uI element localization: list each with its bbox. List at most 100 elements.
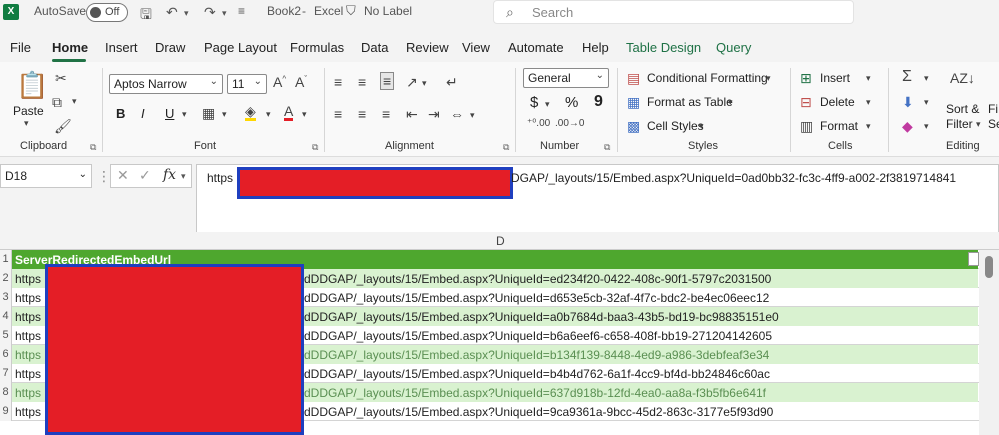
save-icon[interactable]: 🖫	[140, 4, 152, 28]
format-table-dropdown-icon[interactable]: ▾	[728, 97, 733, 108]
tab-formulas[interactable]: Formulas	[290, 40, 344, 55]
italic-button[interactable]: I	[141, 106, 145, 121]
row-number[interactable]: 2	[0, 269, 12, 288]
row-number[interactable]: 4	[0, 307, 12, 326]
filter-label[interactable]: Filter	[946, 117, 973, 131]
wrap-text-icon[interactable]: ↵	[446, 74, 458, 91]
align-right-icon[interactable]: ≡	[382, 106, 390, 122]
undo-dropdown-icon[interactable]: ▾	[184, 8, 189, 19]
alignment-launcher-icon[interactable]: ⧉	[503, 142, 509, 153]
format-dropdown-icon[interactable]: ▾	[866, 121, 871, 132]
paste-icon[interactable]: 📋	[16, 70, 48, 101]
row-number[interactable]: 1	[0, 250, 12, 269]
currency-dropdown-icon[interactable]: ▾	[545, 99, 550, 110]
number-format-select[interactable]: General ⌄	[523, 68, 609, 88]
undo-icon[interactable]: ↶	[166, 4, 178, 21]
decrease-indent-icon[interactable]: ⇤	[406, 106, 418, 123]
formula-input[interactable]: https DGAP/_layouts/15/Embed.aspx?Unique…	[196, 164, 999, 234]
more-icon[interactable]: ⋮	[97, 168, 111, 185]
align-top-icon[interactable]: ≡	[334, 74, 342, 90]
clear-dropdown-icon[interactable]: ▾	[924, 121, 929, 132]
tab-query[interactable]: Query	[716, 40, 751, 55]
copy-icon[interactable]: ⧉	[52, 94, 62, 111]
orientation-dropdown-icon[interactable]: ▾	[422, 78, 427, 89]
filter-dropdown-icon[interactable]	[968, 252, 979, 266]
decrease-decimal-icon[interactable]: .00→0	[555, 118, 584, 129]
insert-cells-button[interactable]: Insert	[820, 71, 850, 85]
conditional-dropdown-icon[interactable]: ▾	[766, 73, 771, 84]
tab-home[interactable]: Home	[52, 40, 88, 55]
find-select-label-1[interactable]: Fi	[988, 102, 998, 116]
increase-decimal-icon[interactable]: ⁺⁰.00	[527, 118, 550, 129]
increase-font-icon[interactable]: A^	[273, 74, 286, 90]
sort-filter-icon[interactable]: AZ↓	[950, 70, 975, 86]
row-number[interactable]: 8	[0, 383, 12, 402]
align-middle-icon[interactable]: ≡	[358, 74, 366, 90]
format-as-table-button[interactable]: Format as Table	[647, 95, 733, 109]
paste-dropdown-icon[interactable]: ▾	[24, 118, 29, 129]
font-name-select[interactable]: Aptos Narrow ⌄	[109, 74, 223, 94]
enter-icon[interactable]: ✓	[139, 167, 151, 184]
tab-help[interactable]: Help	[582, 40, 609, 55]
fill-dropdown-icon[interactable]: ▾	[924, 97, 929, 108]
sort-filter-dropdown-icon[interactable]: ▾	[976, 119, 981, 130]
cancel-icon[interactable]: ✕	[117, 167, 129, 184]
merge-center-icon[interactable]: ⇔	[450, 106, 464, 122]
cell-styles-button[interactable]: Cell Styles	[647, 119, 704, 133]
column-header[interactable]: D	[0, 232, 999, 250]
tab-automate[interactable]: Automate	[508, 40, 564, 55]
insert-function-button[interactable]: fx	[163, 167, 176, 183]
tab-insert[interactable]: Insert	[105, 40, 138, 55]
fill-icon[interactable]: ⬇	[902, 94, 914, 111]
scrollbar-thumb[interactable]	[985, 256, 993, 278]
paste-button[interactable]: Paste	[13, 104, 44, 118]
percent-button[interactable]: %	[565, 94, 578, 111]
autosum-icon[interactable]: Σ	[902, 68, 912, 86]
row-number[interactable]: 7	[0, 364, 12, 383]
fill-color-icon[interactable]: ◈	[245, 104, 256, 121]
fill-color-dropdown-icon[interactable]: ▾	[266, 109, 271, 120]
sensitivity-label[interactable]: No Label	[364, 4, 412, 18]
find-select-label-2[interactable]: Se	[988, 117, 999, 131]
increase-indent-icon[interactable]: ⇥	[428, 106, 440, 123]
redo-dropdown-icon[interactable]: ▾	[222, 8, 227, 19]
row-number[interactable]: 6	[0, 345, 12, 364]
row-number[interactable]: 9	[0, 402, 12, 421]
comma-button[interactable]: 9	[594, 93, 603, 111]
tab-table-design[interactable]: Table Design	[626, 40, 701, 55]
font-color-dropdown-icon[interactable]: ▾	[302, 109, 307, 120]
cut-icon[interactable]: ✂	[55, 70, 67, 87]
currency-button[interactable]: $	[530, 94, 538, 111]
copy-dropdown-icon[interactable]: ▾	[72, 96, 77, 107]
merge-dropdown-icon[interactable]: ▾	[470, 110, 475, 121]
format-painter-icon[interactable]: 🖌	[54, 118, 72, 135]
font-color-icon[interactable]: A	[284, 104, 294, 121]
name-box[interactable]: D18 ⌄	[0, 164, 92, 188]
font-size-select[interactable]: 11 ⌄	[227, 74, 267, 94]
insert-dropdown-icon[interactable]: ▾	[866, 73, 871, 84]
font-launcher-icon[interactable]: ⧉	[312, 142, 318, 153]
delete-cells-button[interactable]: Delete	[820, 95, 855, 109]
delete-dropdown-icon[interactable]: ▾	[866, 97, 871, 108]
underline-button[interactable]: U	[165, 106, 174, 121]
underline-dropdown-icon[interactable]: ▾	[182, 109, 187, 120]
fx-dropdown-icon[interactable]: ▾	[181, 171, 186, 182]
customize-toolbar-icon[interactable]: ≡	[238, 4, 245, 18]
tab-data[interactable]: Data	[361, 40, 388, 55]
row-number[interactable]: 5	[0, 326, 12, 345]
tab-review[interactable]: Review	[406, 40, 449, 55]
align-bottom-icon[interactable]: ≡	[380, 72, 395, 90]
clear-icon[interactable]: ◆	[902, 118, 913, 135]
number-launcher-icon[interactable]: ⧉	[604, 142, 610, 153]
orientation-icon[interactable]: ↗	[406, 74, 418, 91]
borders-icon[interactable]: ▦	[202, 105, 215, 122]
tab-view[interactable]: View	[462, 40, 490, 55]
align-center-icon[interactable]: ≡	[358, 106, 366, 122]
autosum-dropdown-icon[interactable]: ▾	[924, 73, 929, 84]
cell-styles-dropdown-icon[interactable]: ▾	[699, 121, 704, 132]
sort-label[interactable]: Sort &	[946, 102, 979, 116]
redo-icon[interactable]: ↷	[204, 4, 216, 21]
conditional-formatting-button[interactable]: Conditional Formatting	[647, 71, 768, 85]
bold-button[interactable]: B	[116, 106, 125, 121]
row-number[interactable]: 3	[0, 288, 12, 307]
